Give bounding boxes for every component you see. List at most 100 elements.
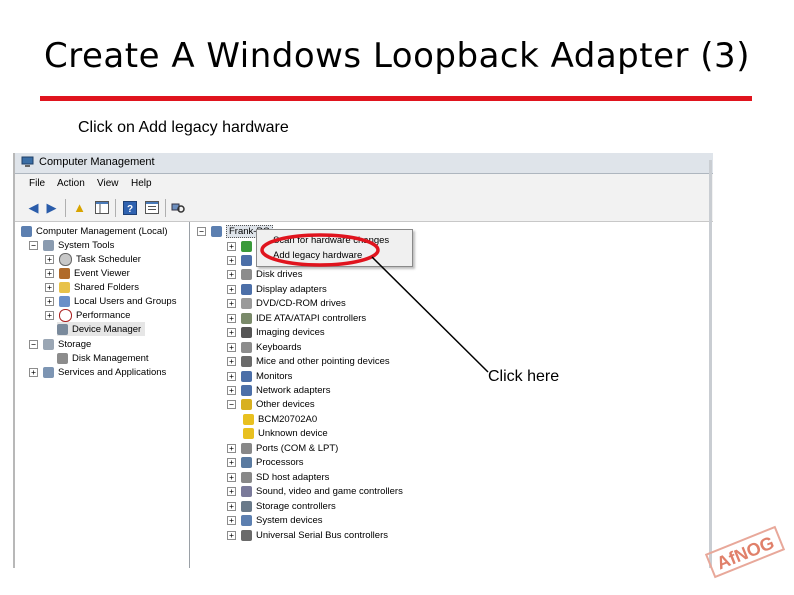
expand-toggle[interactable]: +: [227, 357, 236, 367]
device-category-dvd-cd-rom-drives[interactable]: + DVD/CD-ROM drives: [227, 297, 346, 311]
tree-node-computer-management[interactable]: Computer Management (Local): [21, 224, 167, 238]
scan-icon[interactable]: [169, 199, 186, 216]
storage-controller-icon: [241, 500, 252, 512]
click-here-callout: Click here: [488, 368, 560, 385]
device-category-label: IDE ATA/ATAPI controllers: [256, 312, 367, 324]
expand-toggle[interactable]: +: [227, 501, 236, 511]
device-category-unknown-device[interactable]: Unknown device: [243, 427, 328, 441]
expand-toggle[interactable]: +: [29, 367, 38, 377]
tree-node-storage[interactable]: − Storage: [29, 337, 91, 351]
dvd-icon: [241, 298, 252, 310]
ide-icon: [241, 312, 252, 324]
expand-toggle[interactable]: +: [45, 254, 54, 264]
menu-action[interactable]: Action: [57, 178, 85, 189]
device-category-disk-drives[interactable]: + Disk drives: [227, 268, 302, 282]
expand-toggle[interactable]: +: [227, 270, 236, 280]
computer-icon: [211, 225, 222, 237]
menu-help[interactable]: Help: [131, 178, 152, 189]
expand-toggle[interactable]: +: [227, 458, 236, 468]
expand-toggle[interactable]: +: [227, 299, 236, 309]
expand-toggle[interactable]: +: [45, 310, 54, 320]
tree-node-event-viewer[interactable]: + Event Viewer: [45, 266, 130, 280]
tree-node-system-tools[interactable]: − System Tools: [29, 238, 114, 252]
expand-toggle[interactable]: +: [227, 386, 236, 395]
expand-toggle[interactable]: +: [227, 472, 236, 482]
device-category-sound-video-and-game-controllers[interactable]: + Sound, video and game controllers: [227, 485, 403, 499]
expand-toggle[interactable]: +: [45, 282, 54, 292]
expand-toggle[interactable]: +: [227, 284, 236, 294]
device-category-label: Display adapters: [256, 283, 327, 295]
collapse-toggle[interactable]: −: [29, 339, 38, 349]
device-category-universal-serial-bus-controllers[interactable]: + Universal Serial Bus controllers: [227, 528, 388, 542]
computer-icon: [21, 225, 32, 237]
collapse-toggle[interactable]: −: [197, 226, 206, 236]
expand-toggle[interactable]: +: [227, 255, 236, 265]
device-category-storage-controllers[interactable]: + Storage controllers: [227, 499, 336, 513]
device-category-mice-and-other-pointing-devices[interactable]: + Mice and other pointing devices: [227, 355, 390, 369]
device-manager-icon: [57, 323, 68, 335]
device-category-monitors[interactable]: + Monitors: [227, 369, 292, 383]
tree-node-device-manager[interactable]: Device Manager: [57, 322, 146, 336]
toolbar-separator: [165, 199, 166, 217]
device-category-other-devices[interactable]: − Other devices: [227, 398, 315, 412]
device-category-display-adapters[interactable]: + Display adapters: [227, 282, 327, 296]
device-category-ide-ata-atapi-controllers[interactable]: + IDE ATA/ATAPI controllers: [227, 311, 366, 325]
users-icon: [59, 295, 70, 307]
device-category-label: Keyboards: [256, 341, 302, 353]
expand-toggle[interactable]: +: [227, 530, 236, 540]
expand-toggle[interactable]: +: [45, 296, 54, 306]
device-category-bcm20702a0[interactable]: BCM20702A0: [243, 412, 317, 426]
device-category-label: Mice and other pointing devices: [256, 356, 390, 368]
device-tree-pane: − Frank-PC +Ba+Co+Disk drives+Display ad…: [195, 222, 713, 568]
storage-icon: [43, 338, 54, 350]
device-category-network-adapters[interactable]: + Network adapters: [227, 384, 330, 398]
tree-node-task-scheduler[interactable]: + Task Scheduler: [45, 252, 141, 266]
tree-node-shared-folders[interactable]: + Shared Folders: [45, 280, 139, 294]
collapse-toggle[interactable]: −: [29, 240, 38, 250]
collapse-toggle[interactable]: −: [227, 400, 236, 410]
tree-node-services-applications[interactable]: + Services and Applications: [29, 365, 166, 379]
expand-toggle[interactable]: +: [227, 342, 236, 352]
device-category-imaging-devices[interactable]: + Imaging devices: [227, 326, 325, 340]
tree-node-disk-management[interactable]: Disk Management: [57, 351, 149, 365]
expand-toggle[interactable]: +: [227, 516, 236, 526]
tree-node-performance[interactable]: + Performance: [45, 308, 130, 322]
afnog-logo-text: AfNOG: [714, 532, 777, 573]
afnog-logo: AfNOG: [704, 525, 786, 579]
expand-toggle[interactable]: +: [227, 328, 236, 338]
device-category-label: Ports (COM & LPT): [256, 442, 339, 454]
toolbar: ◀ ▶ ▲ ?: [15, 195, 713, 222]
keyboard-icon: [241, 341, 252, 353]
console-tree-pane: Computer Management (Local) − System Too…: [19, 222, 190, 568]
cpu-icon: [241, 457, 252, 469]
tree-node-local-users-groups[interactable]: + Local Users and Groups: [45, 294, 176, 308]
menu-view[interactable]: View: [97, 178, 119, 189]
device-category-keyboards[interactable]: + Keyboards: [227, 340, 301, 354]
device-category-label: Imaging devices: [256, 327, 325, 339]
device-category-ports-com-lpt[interactable]: + Ports (COM & LPT): [227, 441, 338, 455]
expand-toggle[interactable]: +: [227, 313, 236, 323]
camera-icon: [241, 327, 252, 339]
help-icon[interactable]: ?: [121, 199, 138, 216]
folder-icon: [59, 281, 70, 293]
show-tree-icon[interactable]: [93, 199, 110, 216]
slide-title: Create A Windows Loopback Adapter (3): [44, 36, 750, 76]
usb-icon: [241, 529, 252, 541]
menu-item-scan-hardware[interactable]: Scan for hardware changes: [273, 235, 389, 246]
up-folder-icon[interactable]: ▲: [71, 199, 88, 216]
back-arrow-icon[interactable]: ◀: [25, 199, 42, 216]
menu-item-add-legacy-hardware[interactable]: Add legacy hardware: [273, 250, 362, 261]
device-category-processors[interactable]: + Processors: [227, 456, 304, 470]
expand-toggle[interactable]: +: [227, 487, 236, 497]
expand-toggle[interactable]: +: [227, 371, 236, 381]
expand-toggle[interactable]: +: [45, 268, 54, 278]
expand-toggle[interactable]: +: [227, 241, 236, 251]
expand-toggle[interactable]: +: [227, 443, 236, 453]
device-category-system-devices[interactable]: + System devices: [227, 514, 323, 528]
device-category-sd-host-adapters[interactable]: + SD host adapters: [227, 470, 329, 484]
menu-file[interactable]: File: [29, 178, 45, 189]
forward-arrow-icon[interactable]: ▶: [43, 199, 60, 216]
toolbar-separator: [115, 199, 116, 217]
properties-icon[interactable]: [143, 199, 160, 216]
port-icon: [241, 442, 252, 454]
